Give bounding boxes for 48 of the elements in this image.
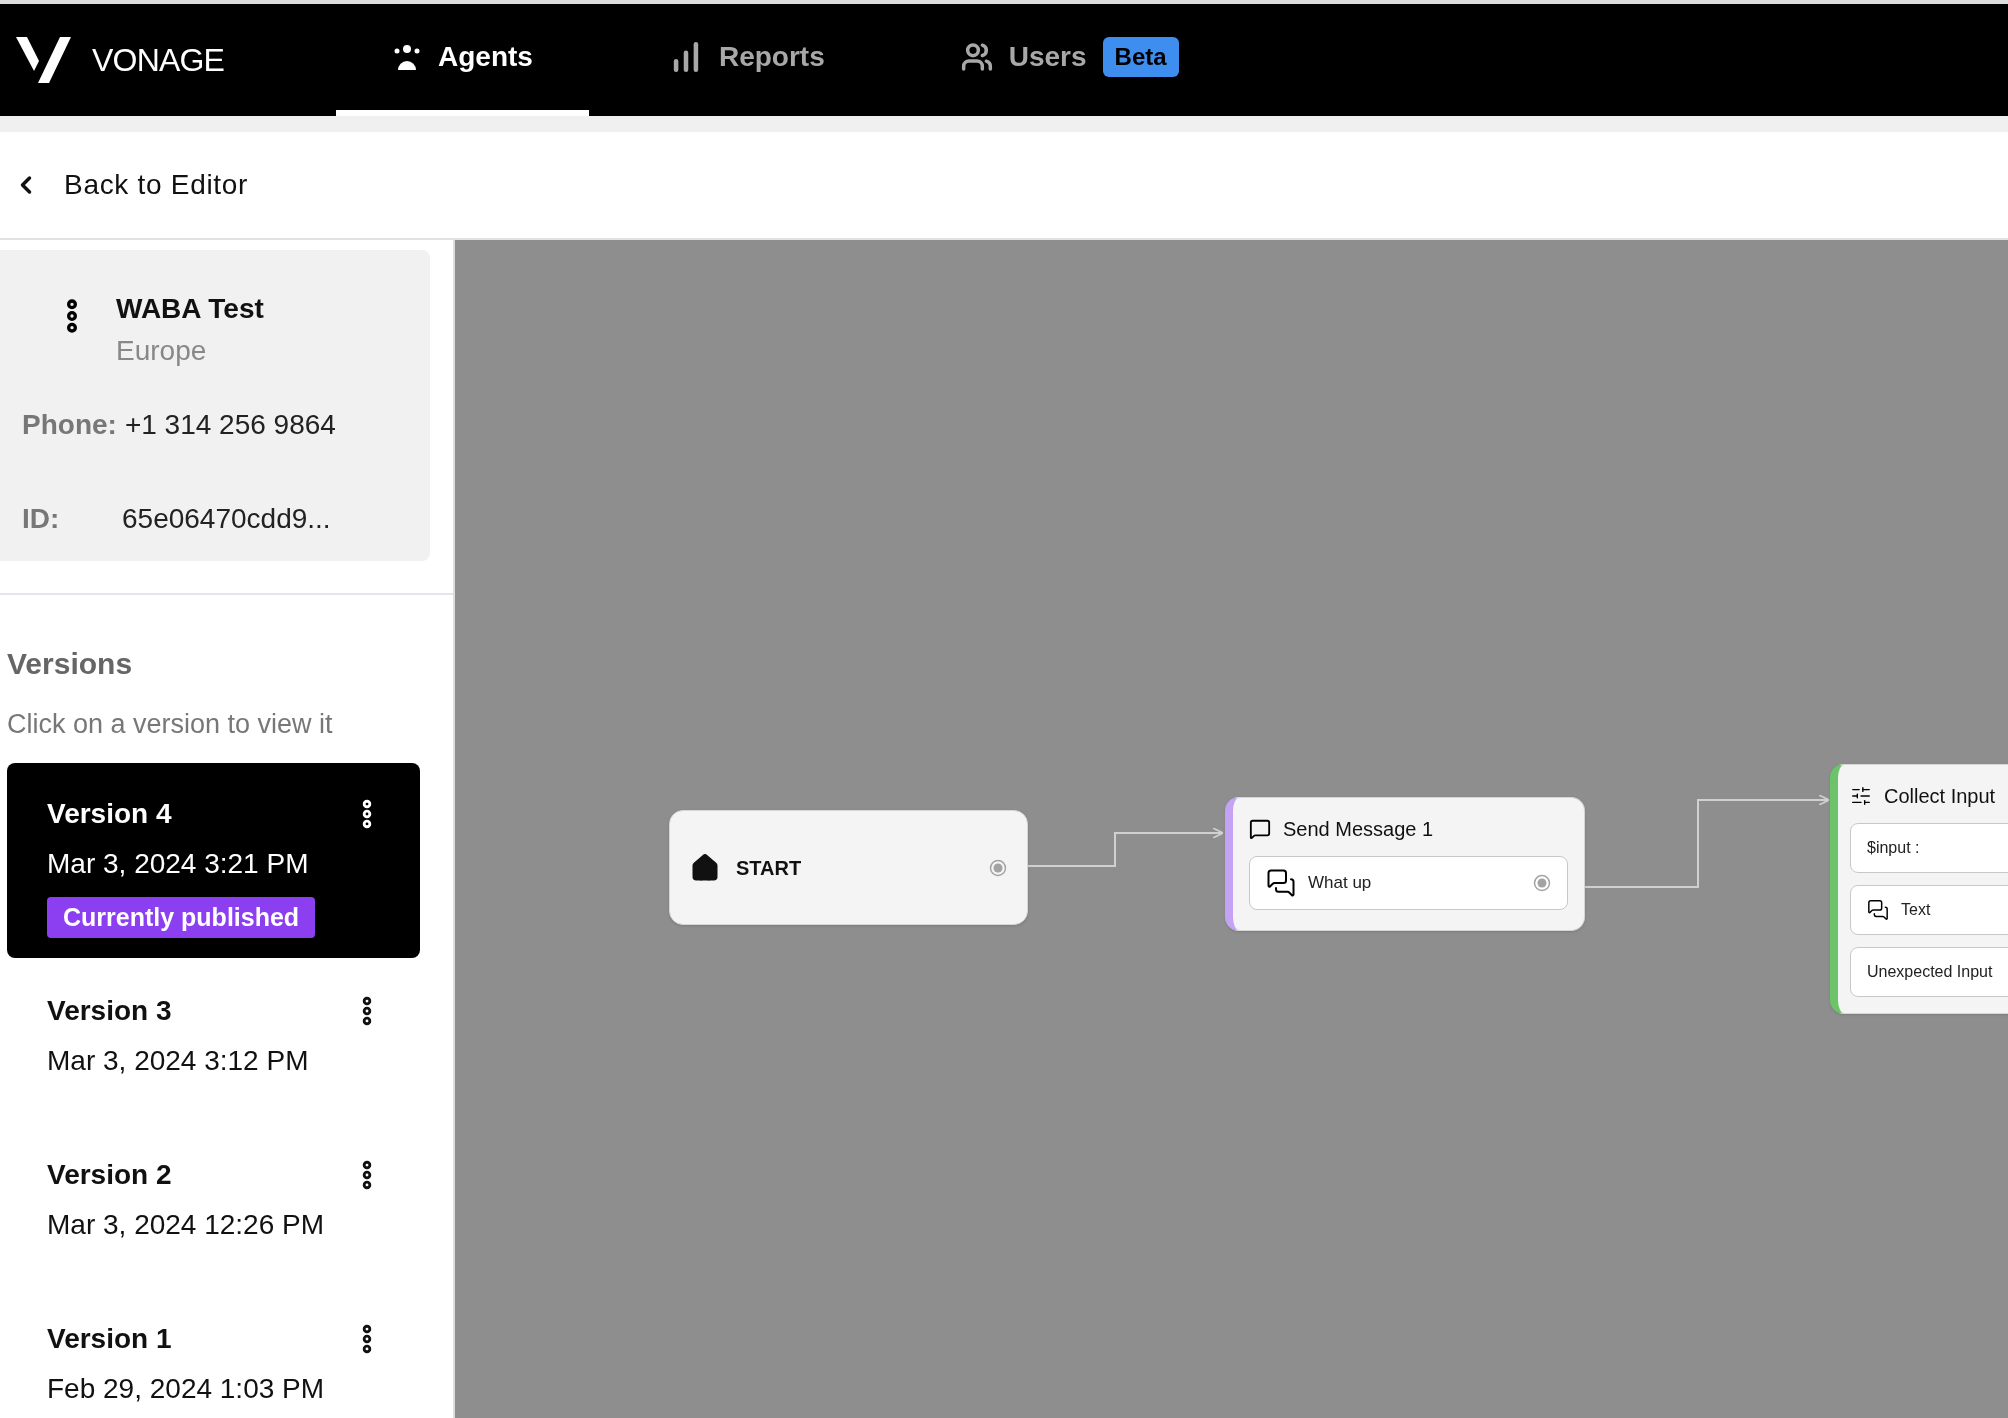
published-badge: Currently published [47,896,316,938]
agent-name: WABA Test [116,292,264,326]
tab-label: Agents [438,40,533,74]
phone-number: +1 314 256 9864 [124,408,336,442]
version-item[interactable]: Version 4 Mar 3, 2024 3:21 PM Currently published [7,762,420,958]
version-name: Version 1 [47,1322,172,1356]
version-date: Mar 3, 2024 12:26 PM [47,1208,326,1242]
back-link[interactable]: Back to Editor [12,164,249,206]
version-name: Version 3 [47,994,172,1028]
message-icon [1249,818,1271,840]
version-name: Version 4 [47,796,172,831]
logo-icon [16,35,72,85]
node-title: Collect Input [1884,784,1996,809]
version-date: Mar 3, 2024 3:12 PM [47,1044,310,1078]
version-date: Mar 3, 2024 3:21 PM [47,846,310,881]
id-label: ID: [22,502,61,536]
chat-icon [1867,899,1889,921]
version-name: Version 2 [47,1158,172,1192]
tab-label: Reports [718,40,825,74]
versions-heading: Versions [7,646,134,682]
node-title: Send Message 1 [1283,817,1434,842]
agent-region: Europe [116,334,208,368]
message-node[interactable]: Send Message 1 What up [1225,797,1585,931]
version-date: Feb 29, 2024 1:03 PM [47,1372,326,1406]
input-row[interactable]: Text [1850,885,2008,935]
agent-id: 65e06470cdd9... [122,502,331,536]
node-title: START [736,855,802,881]
chat-icon [1266,868,1296,898]
message-row[interactable]: What up [1249,856,1568,910]
beta-badge: Beta [1102,37,1179,77]
sliders-icon [1850,785,1872,807]
row-label: Text [1901,900,1931,920]
handle-icon [1533,874,1551,892]
tab-label: Users [1008,40,1087,74]
start-node[interactable]: START [669,810,1028,925]
brand-name: VONAGE [92,41,225,80]
message-text: What up [1308,872,1372,895]
phone-label: Phone: [22,408,117,442]
row-label: Unexpected Input [1867,962,1993,982]
handle-icon [989,858,1007,877]
people-icon [392,42,422,72]
users-icon [960,41,993,73]
home-icon [690,852,720,883]
input-row[interactable]: Unexpected Input [1850,947,2008,997]
input-row[interactable]: $input : [1850,823,2008,873]
row-label: $input : [1867,838,1920,858]
input-node[interactable]: Collect Input $input : Text Unexpected Input [1830,764,2008,1014]
versions-hint: Click on a version to view it [7,708,334,741]
